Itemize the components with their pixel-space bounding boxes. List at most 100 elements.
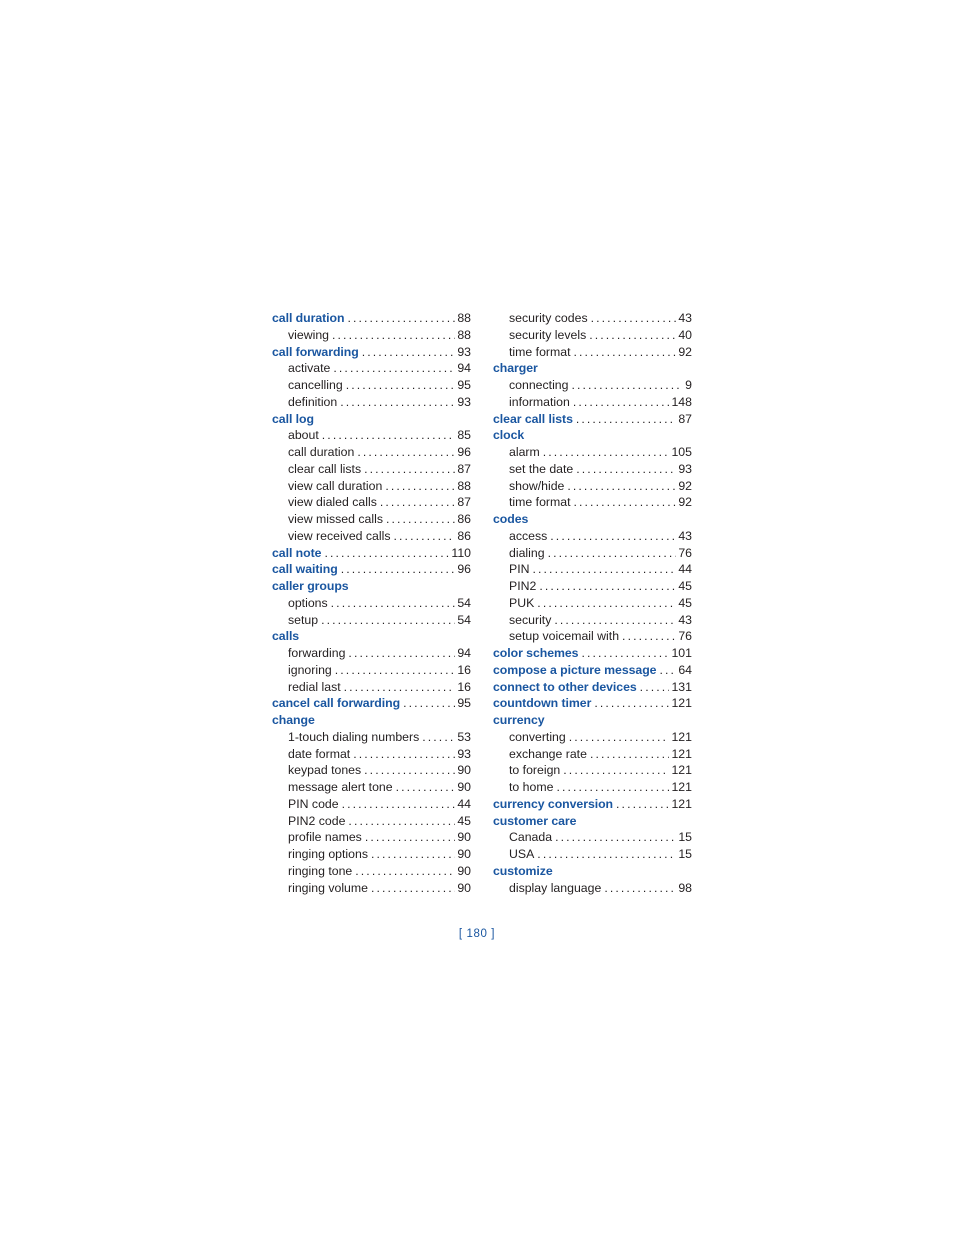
index-entry-page-number: 121 <box>671 696 692 711</box>
index-entry: 1-touch dialing numbers.................… <box>272 729 471 746</box>
index-entry: PIN2....................................… <box>493 578 692 595</box>
dot-leader: ........................................… <box>324 545 449 560</box>
dot-leader: ........................................… <box>542 445 670 459</box>
index-entry-page-number: 90 <box>457 863 471 878</box>
index-entry: forwarding..............................… <box>272 645 471 662</box>
index-entry-page-number: 105 <box>671 445 692 459</box>
index-entry: activate................................… <box>272 360 471 377</box>
index-entry: keypad tones............................… <box>272 762 471 779</box>
index-entry-page-number: 15 <box>678 830 692 845</box>
index-entry-page-number: 44 <box>457 796 471 811</box>
index-entry-label: options <box>288 595 328 610</box>
index-entry-page-number: 121 <box>671 796 692 811</box>
index-entry-label: profile names <box>288 830 362 845</box>
index-entry-page-number: 54 <box>457 612 471 627</box>
index-entry-label: ringing volume <box>288 880 368 895</box>
index-entry: change..................................… <box>272 712 471 729</box>
dot-leader: ........................................… <box>379 495 456 510</box>
index-entry-label: setup <box>288 612 319 627</box>
index-entry-page-number: 64 <box>678 662 692 677</box>
index-entry: view missed calls.......................… <box>272 511 471 528</box>
dot-leader: ........................................… <box>355 863 455 878</box>
index-entry-label: view received calls <box>288 528 391 543</box>
dot-leader: ........................................… <box>639 679 670 694</box>
index-entry-page-number: 90 <box>457 847 471 861</box>
index-entry-page-number: 76 <box>678 545 692 560</box>
dot-leader: ........................................… <box>547 545 677 560</box>
index-entry-label: customer care <box>493 813 577 828</box>
dot-leader: ........................................… <box>333 361 455 376</box>
dot-leader: ........................................… <box>385 512 455 526</box>
index-entry-label: currency conversion <box>493 796 614 811</box>
index-entry: security................................… <box>493 612 692 629</box>
index-entry-page-number: 121 <box>671 746 692 761</box>
index-entry-page-number: 131 <box>671 679 692 694</box>
dot-leader: ........................................… <box>321 612 455 627</box>
index-entry: call forwarding.........................… <box>272 344 471 361</box>
index-entry-label: 1-touch dialing numbers <box>288 729 420 744</box>
dot-leader: ........................................… <box>340 394 455 409</box>
index-entry-label: color schemes <box>493 646 579 660</box>
index-entry-page-number: 92 <box>678 478 692 493</box>
index-entry: converting..............................… <box>493 729 692 746</box>
index-entry-page-number: 121 <box>671 763 692 778</box>
index-entry-label: countdown timer <box>493 696 592 711</box>
index-entry-label: clear call lists <box>288 461 362 476</box>
index-entry: time format.............................… <box>493 494 692 511</box>
dot-leader: ........................................… <box>348 813 455 828</box>
index-entry-label: PIN2 code <box>288 813 346 828</box>
dot-leader: ........................................… <box>604 880 677 895</box>
index-entry-page-number: 16 <box>457 662 471 677</box>
index-entry-page-number: 87 <box>678 411 692 426</box>
index-entry: customer care...........................… <box>493 813 692 830</box>
index-entry-label: security levels <box>509 327 587 342</box>
index-entry-page-number: 88 <box>457 327 471 342</box>
index-entry-label: charger <box>493 361 538 376</box>
index-entry-label: information <box>509 394 570 409</box>
index-entry-page-number: 93 <box>457 344 471 359</box>
dot-leader: ........................................… <box>589 746 670 761</box>
dot-leader: ........................................… <box>532 562 677 577</box>
dot-leader: ........................................… <box>334 662 456 677</box>
index-entry-label: compose a picture message <box>493 662 657 677</box>
dot-leader: ........................................… <box>393 528 456 543</box>
index-entry-label: view dialed calls <box>288 495 377 510</box>
index-entry: charger.................................… <box>493 360 692 377</box>
index-entry: color schemes...........................… <box>493 645 692 662</box>
index-entry-page-number: 87 <box>457 495 471 510</box>
index-entry-page-number: 121 <box>671 729 692 744</box>
index-entry: customize...............................… <box>493 863 692 880</box>
index-entry: call duration...........................… <box>272 310 471 327</box>
index-entry: time format.............................… <box>493 344 692 361</box>
dot-leader: ........................................… <box>341 796 456 811</box>
dot-leader: ........................................… <box>573 344 677 359</box>
dot-leader: ........................................… <box>348 646 455 660</box>
dot-leader: ........................................… <box>568 729 670 744</box>
index-page: call duration...........................… <box>0 0 954 1235</box>
index-entry-page-number: 85 <box>457 428 471 443</box>
index-entry-page-number: 98 <box>678 880 692 895</box>
index-entry-label: USA <box>509 847 535 861</box>
dot-leader: ........................................… <box>659 662 677 677</box>
index-entry: setup...................................… <box>272 612 471 629</box>
dot-leader: ........................................… <box>537 847 676 861</box>
index-entry-label: to home <box>509 780 554 794</box>
index-entry: countdown timer.........................… <box>493 695 692 712</box>
index-entry: to foreign..............................… <box>493 762 692 779</box>
dot-leader: ........................................… <box>321 428 456 443</box>
index-entry-label: call log <box>272 411 314 426</box>
index-entry-page-number: 88 <box>457 478 471 493</box>
index-entry-label: caller groups <box>272 579 349 593</box>
index-entry: ringing tone............................… <box>272 863 471 880</box>
index-entry-label: security <box>509 612 552 627</box>
index-entry: clock...................................… <box>493 427 692 444</box>
index-entry-label: codes <box>493 512 529 526</box>
dot-leader: ........................................… <box>361 344 456 359</box>
index-entry: caller groups...........................… <box>272 578 471 595</box>
dot-leader: ........................................… <box>357 445 456 459</box>
page-number-footer: [ 180 ] <box>458 928 496 940</box>
index-entry: setup voicemail with....................… <box>493 628 692 645</box>
index-entry: security codes..........................… <box>493 310 692 327</box>
index-entry: view call duration......................… <box>272 478 471 495</box>
index-entry: clear call lists........................… <box>272 461 471 478</box>
